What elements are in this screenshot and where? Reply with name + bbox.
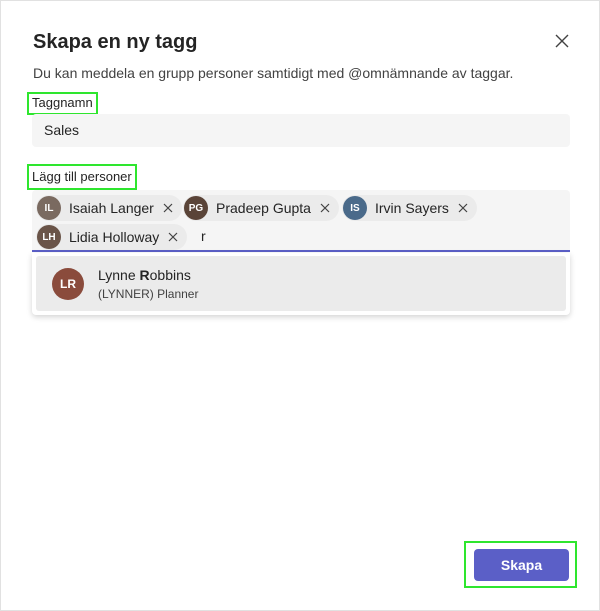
person-pill-name: Irvin Sayers <box>375 200 449 216</box>
remove-person-button[interactable] <box>162 202 174 214</box>
person-pill-name: Lidia Holloway <box>69 229 160 245</box>
person-pill-pradeep-gupta: PG Pradeep Gupta <box>183 195 339 221</box>
close-icon <box>555 34 569 48</box>
close-icon <box>163 203 173 213</box>
close-icon <box>168 232 178 242</box>
create-tag-dialog: Skapa en ny tagg Du kan meddela en grupp… <box>0 0 600 611</box>
add-people-input[interactable]: IL Isaiah Langer PG Pradeep Gupta IS Irv… <box>32 190 570 252</box>
people-search-text[interactable]: r <box>201 228 206 244</box>
avatar: LR <box>52 268 84 300</box>
suggestion-name: Lynne Robbins <box>98 267 191 283</box>
remove-person-button[interactable] <box>319 202 331 214</box>
dialog-title: Skapa en ny tagg <box>33 31 198 53</box>
person-pill-name: Isaiah Langer <box>69 200 154 216</box>
person-pill-name: Pradeep Gupta <box>216 200 311 216</box>
suggestion-item-lynne-robbins[interactable]: LR Lynne Robbins (LYNNER) Planner <box>36 256 566 311</box>
suggestion-name-suffix: obbins <box>149 267 191 283</box>
close-icon <box>320 203 330 213</box>
remove-person-button[interactable] <box>167 231 179 243</box>
people-suggestion-list: LR Lynne Robbins (LYNNER) Planner <box>32 253 570 315</box>
close-icon <box>458 203 468 213</box>
avatar: PG <box>184 196 208 220</box>
avatar: IS <box>343 196 367 220</box>
dialog-description: Du kan meddela en grupp personer samtidi… <box>33 65 514 81</box>
close-button[interactable] <box>552 31 572 51</box>
suggestion-name-match: R <box>139 267 150 283</box>
avatar: IL <box>37 196 61 220</box>
tag-name-input[interactable]: Sales <box>32 114 570 147</box>
create-button[interactable]: Skapa <box>474 549 569 581</box>
person-pill-isaiah-langer: IL Isaiah Langer <box>36 195 182 221</box>
remove-person-button[interactable] <box>457 202 469 214</box>
suggestion-name-prefix: Lynne <box>98 267 140 283</box>
tag-name-label: Taggnamn <box>27 92 98 115</box>
suggestion-subtitle: (LYNNER) Planner <box>98 287 199 301</box>
person-pill-irvin-sayers: IS Irvin Sayers <box>342 195 477 221</box>
person-pill-lidia-holloway: LH Lidia Holloway <box>36 224 188 250</box>
add-people-label: Lägg till personer <box>27 164 137 190</box>
create-button-highlight: Skapa <box>464 541 577 588</box>
avatar: LH <box>37 225 61 249</box>
